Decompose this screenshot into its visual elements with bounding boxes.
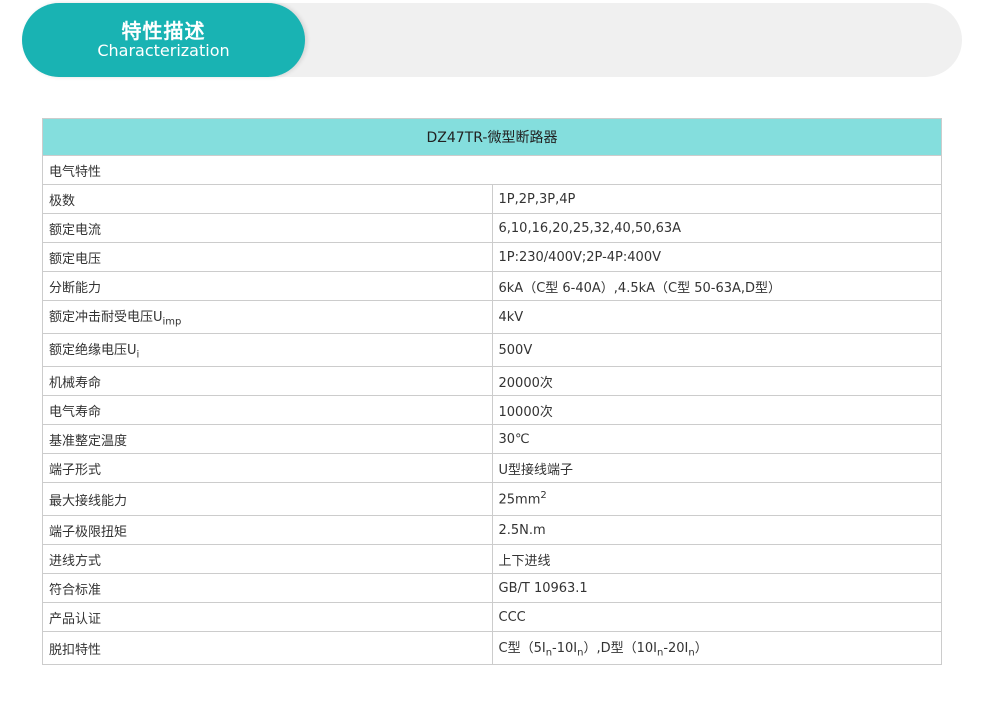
row-value: CCC [491,602,942,632]
row-label: 机械寿命 [42,366,493,396]
table-section-row: 电气特性 [42,155,942,185]
row-value: 10000次 [491,395,942,425]
value-part: ）,D型（10I [583,641,657,657]
row-label: 基准整定温度 [42,424,493,454]
table-caption: DZ47TR-微型断路器 [42,118,942,156]
value-part: -20I [663,641,689,657]
row-value-superscript: 2 [540,490,547,502]
row-value: 4kV [491,300,942,334]
row-value: 6kA（C型 6-40A）,4.5kA（C型 50-63A,D型） [491,271,942,301]
row-value: 1P,2P,3P,4P [491,184,942,214]
row-value: 30℃ [491,424,942,454]
row-label: 分断能力 [42,271,493,301]
spec-table: DZ47TR-微型断路器 电气特性 极数 1P,2P,3P,4P 额定电流 6,… [42,118,942,665]
section-subtitle: Characterization [97,41,230,60]
row-label: 脱扣特性 [42,631,493,665]
table-row: 额定电压 1P:230/400V;2P-4P:400V [42,242,942,272]
row-label: 端子极限扭矩 [42,515,493,545]
row-value: 2.5N.m [491,515,942,545]
table-row: 分断能力 6kA（C型 6-40A）,4.5kA（C型 50-63A,D型） [42,271,942,301]
row-value: 25mm2 [491,482,942,516]
row-label-main: 额定冲击耐受电压U [49,310,163,326]
row-label: 进线方式 [42,544,493,574]
row-label: 极数 [42,184,493,214]
table-row: 极数 1P,2P,3P,4P [42,184,942,214]
row-label: 额定电压 [42,242,493,272]
table-row: 基准整定温度 30℃ [42,424,942,454]
row-label-subscript: imp [162,316,182,328]
table-caption-row: DZ47TR-微型断路器 [42,118,942,156]
section-title: 特性描述 [121,19,206,43]
table-row: 符合标准 GB/T 10963.1 [42,573,942,603]
row-value: 6,10,16,20,25,32,40,50,63A [491,213,942,243]
table-row: 电气寿命 10000次 [42,395,942,425]
row-value-main: 25mm [498,492,541,508]
table-row: 机械寿命 20000次 [42,366,942,396]
table-row: 进线方式 上下进线 [42,544,942,574]
value-part: -10I [552,641,578,657]
row-value: 上下进线 [491,544,942,574]
row-value: 20000次 [491,366,942,396]
table-row: 最大接线能力 25mm2 [42,482,942,516]
row-label: 最大接线能力 [42,482,493,516]
row-value: GB/T 10963.1 [491,573,942,603]
section-header: 特性描述 Characterization [22,3,305,77]
value-part: C型（5I [498,641,546,657]
table-row: 额定冲击耐受电压Uimp 4kV [42,300,942,334]
table-row: 端子形式 U型接线端子 [42,453,942,483]
table-row: 额定绝缘电压Ui 500V [42,333,942,367]
table-row: 脱扣特性 C型（5In-10In）,D型（10In-20In） [42,631,942,665]
table-row: 端子极限扭矩 2.5N.m [42,515,942,545]
row-label-subscript: i [136,349,140,361]
table-row: 产品认证 CCC [42,602,942,632]
row-label: 额定绝缘电压Ui [42,333,493,367]
row-label: 端子形式 [42,453,493,483]
row-label: 额定电流 [42,213,493,243]
row-label: 额定冲击耐受电压Uimp [42,300,493,334]
row-label: 符合标准 [42,573,493,603]
row-value: 500V [491,333,942,367]
row-value: U型接线端子 [491,453,942,483]
value-part: ） [694,641,708,657]
row-label-main: 额定绝缘电压U [49,343,137,359]
table-row: 额定电流 6,10,16,20,25,32,40,50,63A [42,213,942,243]
row-label: 电气寿命 [42,395,493,425]
row-value: C型（5In-10In）,D型（10In-20In） [491,631,942,665]
table-section-label: 电气特性 [42,155,942,185]
row-label: 产品认证 [42,602,493,632]
row-value: 1P:230/400V;2P-4P:400V [491,242,942,272]
